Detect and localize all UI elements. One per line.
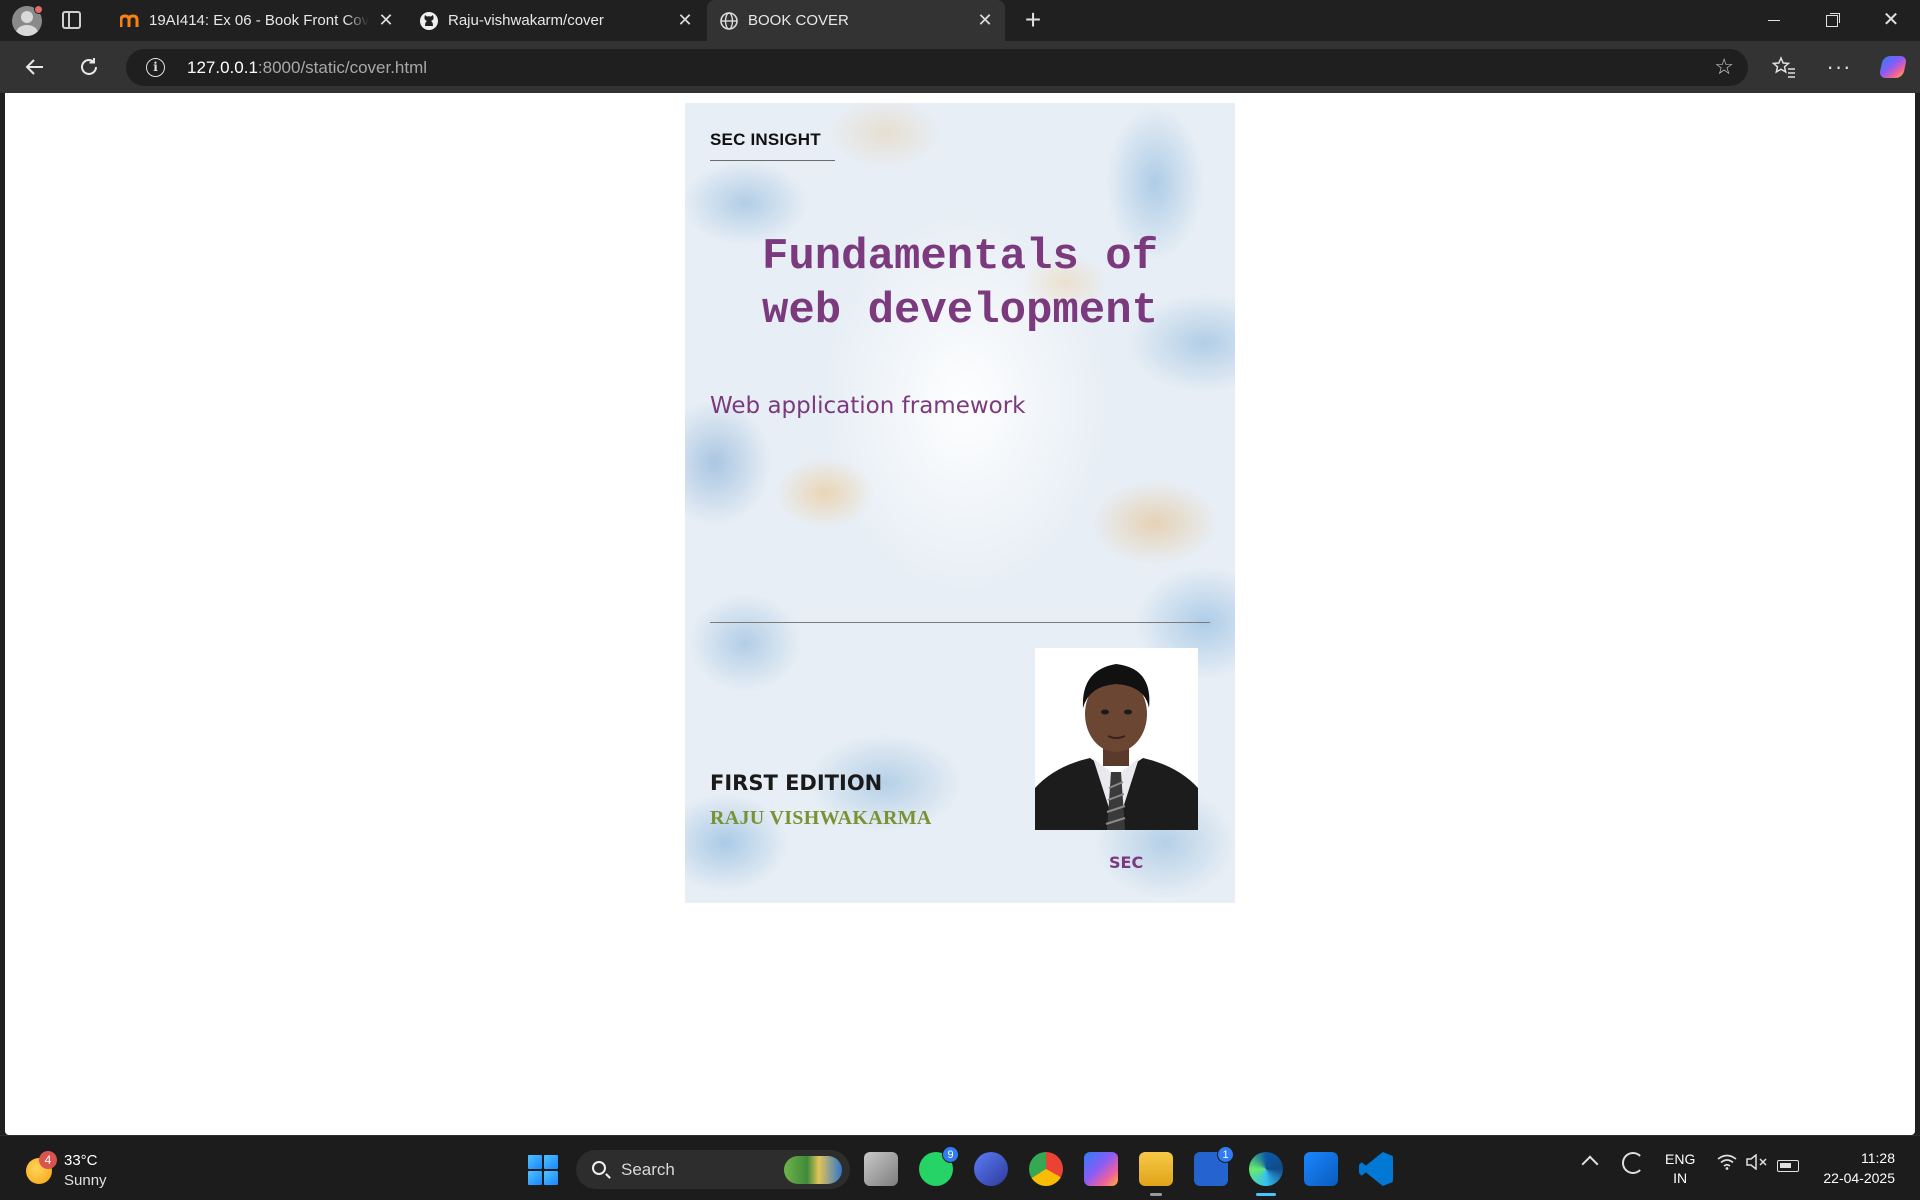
globe-icon [719,11,739,31]
tab-title: BOOK COVER [748,12,849,29]
book-title: Fundamentals of web development [715,230,1205,338]
edition-label: FIRST EDITION [710,771,883,795]
volume-muted-icon[interactable] [1746,1153,1768,1175]
active-indicator [1256,1193,1276,1196]
profile-notification-dot [34,5,43,14]
site-info-icon[interactable]: i [146,58,165,77]
page-viewport: SEC INSIGHT Fundamentals of web developm… [5,93,1915,1135]
close-window-icon[interactable]: ✕ [1862,0,1920,41]
app-a-icon[interactable] [974,1152,1008,1186]
search-icon [592,1161,606,1175]
photo-caption: SEC [1109,853,1144,872]
show-hidden-icons-icon[interactable] [1581,1155,1599,1173]
whatsapp-badge: 9 [942,1146,959,1163]
weather-temperature: 33°C [64,1152,98,1169]
region-code: IN [1673,1170,1688,1186]
publisher-name: SEC INSIGHT [710,130,821,149]
whatsapp-icon[interactable]: 9 [919,1146,959,1186]
weather-condition: Sunny [64,1172,107,1189]
running-indicator [1150,1193,1162,1196]
tab-title: Raju-vishwakarm/cover [448,12,604,29]
publisher-underline [710,160,835,161]
book-cover: SEC INSIGHT Fundamentals of web developm… [685,103,1235,903]
search-label: Search [621,1160,675,1179]
language-code: ENG [1665,1151,1696,1167]
microsoft-store-icon[interactable] [1304,1152,1338,1186]
new-tab-plus-icon[interactable]: + [1018,5,1048,35]
tab-book-cover[interactable]: BOOK COVER ✕ [707,0,1005,41]
tab-moodle-exercise[interactable]: 19AI414: Ex 06 - Book Front Cover ✕ [108,0,406,41]
copilot-icon[interactable] [1877,51,1909,83]
task-view-icon[interactable] [864,1152,898,1186]
browser-tab-strip: 19AI414: Ex 06 - Book Front Cover ✕ Raju… [0,0,1920,41]
book-title-line-2: web development [761,286,1159,336]
weather-badge: 4 [39,1151,57,1169]
close-tab-icon[interactable]: ✕ [376,10,396,30]
system-clock[interactable]: 11:28 22-04-2025 [1815,1148,1895,1188]
browser-toolbar: i 127.0.0.1:8000/static/cover.html ☆ ··· [0,41,1920,93]
teams-badge: 1 [1217,1146,1234,1163]
more-options-icon[interactable]: ··· [1823,51,1855,83]
minimize-window-icon[interactable] [1745,0,1803,41]
author-photo [1035,648,1198,830]
windows-taskbar: 4 33°C Sunny Search 9 1 ENG IN 11:28 22-… [0,1135,1920,1200]
address-bar[interactable]: i 127.0.0.1:8000/static/cover.html ☆ [126,49,1748,86]
sync-icon[interactable] [1622,1152,1644,1174]
url-host: 127.0.0.1 [187,58,258,77]
tab-actions-icon[interactable] [62,11,81,29]
moodle-icon [120,11,140,31]
book-subtitle: Web application framework [710,393,1026,419]
book-title-line-1: Fundamentals of [761,232,1159,282]
search-highlight-icon [784,1156,842,1184]
github-icon [419,11,439,31]
back-arrow-icon[interactable] [19,51,51,83]
file-explorer-icon[interactable] [1139,1152,1173,1196]
edge-icon[interactable] [1249,1152,1283,1196]
taskbar-search[interactable]: Search [576,1150,850,1189]
author-name: RAJU VISHWAKARMA [710,807,932,829]
favorites-icon[interactable] [1768,51,1800,83]
lync-icon[interactable]: 1 [1194,1146,1234,1186]
wifi-icon[interactable] [1717,1154,1737,1175]
tab-github-repo[interactable]: Raju-vishwakarm/cover ✕ [407,0,705,41]
close-tab-icon[interactable]: ✕ [975,10,995,30]
favorite-star-icon[interactable]: ☆ [1714,55,1734,79]
address-url[interactable]: 127.0.0.1:8000/static/cover.html [187,58,427,78]
clock-date: 22-04-2025 [1823,1170,1895,1186]
close-tab-icon[interactable]: ✕ [675,10,695,30]
battery-icon[interactable] [1777,1160,1799,1172]
language-indicator[interactable]: ENG IN [1665,1150,1695,1188]
start-windows-icon[interactable] [528,1155,558,1185]
reload-icon[interactable] [73,51,105,83]
copilot-app-icon[interactable] [1084,1152,1118,1186]
url-path: :8000/static/cover.html [257,58,428,77]
vscode-icon[interactable] [1359,1152,1393,1186]
cover-divider [710,622,1210,623]
restore-window-icon[interactable] [1803,0,1861,41]
chrome-icon[interactable] [1029,1152,1063,1186]
clock-time: 11:28 [1861,1150,1895,1166]
tab-title: 19AI414: Ex 06 - Book Front Cover [149,12,369,29]
